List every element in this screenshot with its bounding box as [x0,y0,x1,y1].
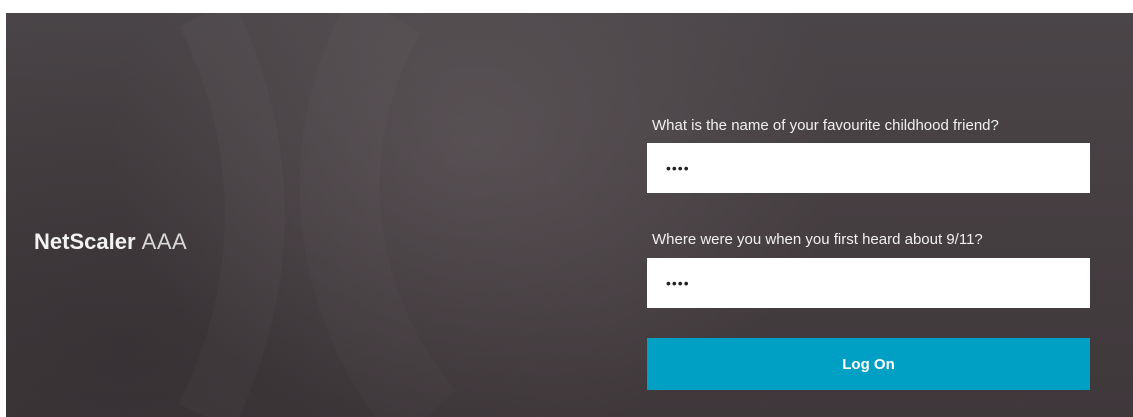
question-2-answer-field[interactable] [647,258,1090,308]
question-2-label: Where were you when you first heard abou… [652,231,983,248]
brand-name-light: AAA [141,229,188,254]
question-1-label: What is the name of your favourite child… [652,117,999,134]
login-page: NetScaler AAA What is the name of your f… [6,13,1133,417]
brand-logo: NetScaler AAA [34,229,187,255]
brand-name-bold: NetScaler [34,229,136,254]
question-1-answer-field[interactable] [647,143,1090,193]
log-on-button[interactable]: Log On [647,338,1090,390]
